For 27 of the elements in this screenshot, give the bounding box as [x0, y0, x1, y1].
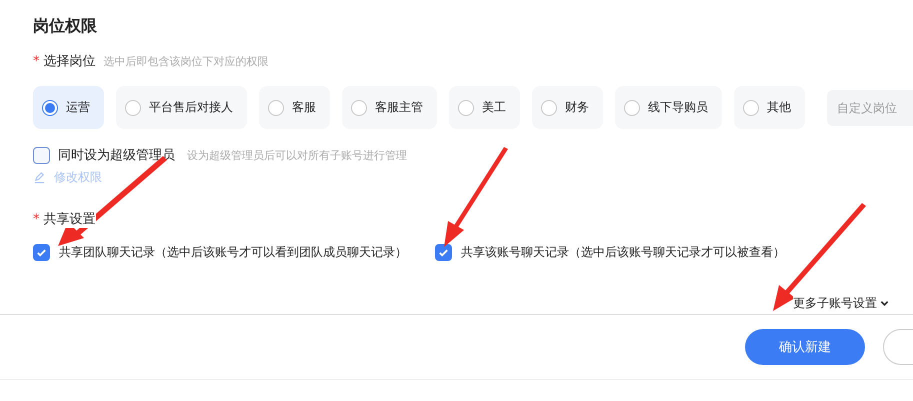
- checkbox-hint: 设为超级管理员后可以对所有子账号进行管理: [187, 148, 407, 162]
- position-option[interactable]: 财务: [532, 86, 603, 129]
- checkbox[interactable]: [33, 146, 50, 164]
- checkbox-label: 共享该账号聊天记录（选中后该账号聊天记录才可以被查看）: [461, 244, 785, 261]
- checkbox[interactable]: [33, 244, 50, 261]
- field-label: 选择岗位: [44, 53, 96, 70]
- position-option[interactable]: 平台售后对接人: [116, 86, 247, 129]
- check-icon: [438, 247, 449, 258]
- custom-position-field[interactable]: 自定义岗位: [827, 90, 913, 126]
- position-option[interactable]: 美工: [449, 86, 520, 129]
- position-option[interactable]: 运营: [33, 86, 104, 129]
- section-title: 岗位权限: [33, 15, 98, 37]
- chevron-down-icon: [880, 299, 889, 308]
- pencil-icon: [33, 171, 46, 184]
- check-icon: [36, 247, 47, 258]
- confirm-button[interactable]: 确认新建: [745, 329, 865, 365]
- required-mark: *: [33, 212, 40, 227]
- position-option[interactable]: 线下导购员: [615, 86, 722, 129]
- position-option[interactable]: 客服主管: [342, 86, 437, 129]
- field-label: 共享设置: [44, 210, 96, 228]
- checkbox-label: 共享团队聊天记录（选中后该账号才可以看到团队成员聊天记录）: [59, 244, 407, 261]
- required-mark: *: [33, 54, 40, 69]
- checkbox[interactable]: [435, 244, 452, 261]
- more-settings-link[interactable]: 更多子账号设置: [793, 295, 889, 312]
- field-hint: 选中后即包含该岗位下对应的权限: [104, 54, 268, 69]
- position-option[interactable]: 客服: [259, 86, 330, 129]
- position-option[interactable]: 其他: [734, 86, 805, 129]
